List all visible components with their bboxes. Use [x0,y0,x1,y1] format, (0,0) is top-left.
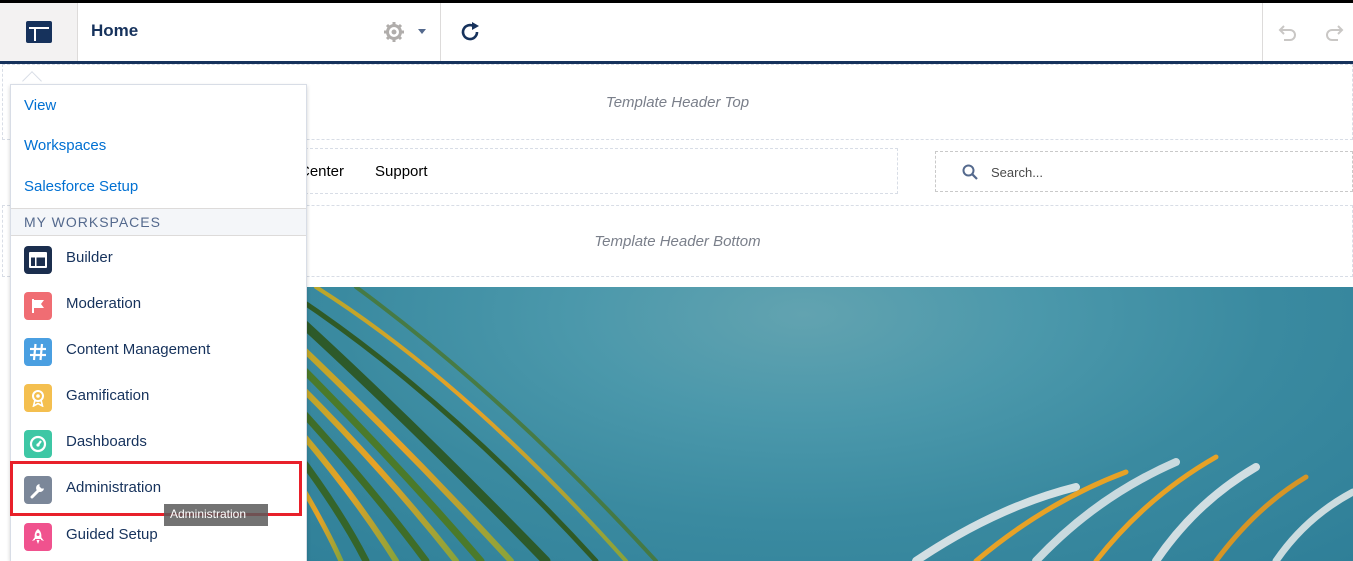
workspace-item-builder[interactable]: Builder [11,239,306,279]
builder-toolbar: Home [0,0,1353,64]
workspace-item-content-management[interactable]: Content Management [11,331,306,371]
workspace-label: Guided Setup [66,526,158,543]
section-header: MY WORKSPACES [11,208,306,236]
workspace-item-gamification[interactable]: Gamification [11,377,306,417]
search-input[interactable] [991,161,1291,183]
builder-icon[interactable] [0,3,78,61]
menu-item-workspaces[interactable]: Workspaces [24,137,106,154]
section-title: MY WORKSPACES [24,214,161,230]
workspace-label: Content Management [66,341,211,358]
menu-item-view[interactable]: View [24,97,56,114]
rocket-icon [24,523,52,551]
workspace-item-moderation[interactable]: Moderation [11,285,306,325]
page-selector[interactable]: Home [78,3,441,61]
workspace-label: Moderation [66,295,142,312]
workspace-item-dashboards[interactable]: Dashboards [11,423,306,463]
navigation-menu[interactable]: Center Support [290,148,898,194]
wrench-icon [24,476,52,504]
builder-icon [24,246,52,274]
workspace-label: Builder [66,249,113,266]
workspace-item-administration[interactable]: Administration [11,469,306,509]
search-component[interactable] [935,151,1353,192]
workspace-label: Gamification [66,387,150,404]
menu-item-salesforce-setup[interactable]: Salesforce Setup [24,178,138,195]
nav-item-support[interactable]: Support [375,163,428,180]
tooltip: Administration [164,504,268,526]
badge-icon [24,384,52,412]
workspace-label: Dashboards [66,433,147,450]
page-title: Home [91,21,139,40]
hero-image[interactable] [296,287,1353,561]
hashtag-icon [24,338,52,366]
refresh-icon[interactable] [459,20,483,44]
gear-icon[interactable] [383,21,405,43]
palm-leaves-image [296,287,1353,561]
chevron-down-icon[interactable] [418,29,426,34]
undo-redo-group [1262,3,1353,61]
workspace-label: Administration [66,479,162,496]
redo-icon[interactable] [1323,21,1347,45]
undo-icon[interactable] [1275,21,1299,45]
flag-icon [24,292,52,320]
builder-menu: View Workspaces Salesforce Setup MY WORK… [10,84,307,561]
search-icon [962,164,978,180]
gauge-icon [24,430,52,458]
